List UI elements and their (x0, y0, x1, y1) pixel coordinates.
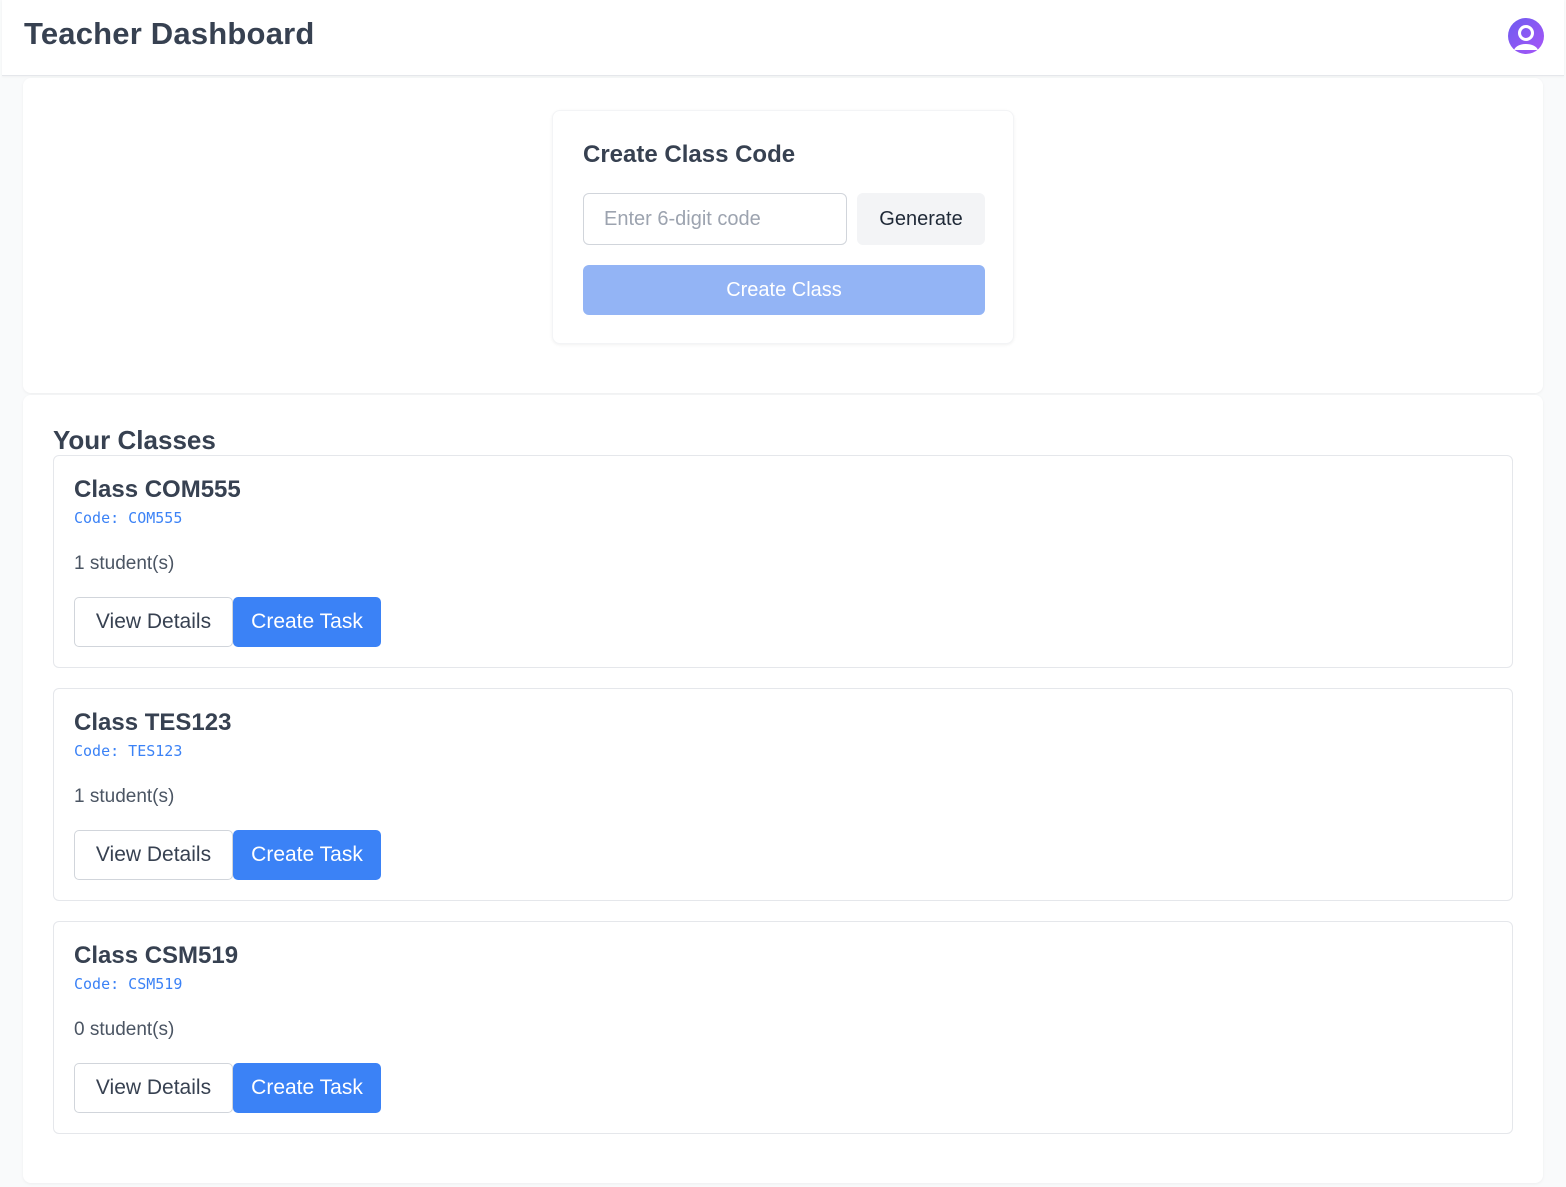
create-task-button[interactable]: Create Task (233, 597, 381, 647)
classes-heading: Your Classes (53, 425, 216, 455)
view-details-button[interactable]: View Details (74, 830, 233, 880)
create-task-button[interactable]: Create Task (233, 830, 381, 880)
class-card: Class CSM519 Code: CSM519 0 student(s) V… (53, 921, 1513, 1134)
generate-button[interactable]: Generate (857, 193, 985, 245)
class-code: Code: TES123 (74, 742, 183, 760)
create-class-title: Create Class Code (583, 141, 796, 168)
top-navbar: Teacher Dashboard (2, 0, 1564, 76)
create-task-button[interactable]: Create Task (233, 1063, 381, 1113)
avatar[interactable] (1508, 18, 1544, 54)
class-code: Code: CSM519 (74, 975, 183, 993)
classes-panel: Your Classes Class COM555 Code: COM555 1… (23, 395, 1543, 1183)
user-icon (1514, 25, 1538, 50)
class-name: Class COM555 (74, 476, 241, 503)
class-code-input[interactable] (583, 193, 847, 245)
student-count: 1 student(s) (74, 786, 175, 807)
class-card: Class COM555 Code: COM555 1 student(s) V… (53, 455, 1513, 668)
view-details-button[interactable]: View Details (74, 597, 233, 647)
create-class-button[interactable]: Create Class (583, 265, 985, 315)
student-count: 1 student(s) (74, 553, 175, 574)
view-details-button[interactable]: View Details (74, 1063, 233, 1113)
class-card: Class TES123 Code: TES123 1 student(s) V… (53, 688, 1513, 901)
class-name: Class CSM519 (74, 942, 239, 969)
class-name: Class TES123 (74, 709, 232, 736)
create-class-card: Create Class Code Generate Create Class (552, 110, 1014, 344)
student-count: 0 student(s) (74, 1019, 175, 1040)
page-title: Teacher Dashboard (24, 16, 315, 51)
class-code: Code: COM555 (74, 509, 183, 527)
